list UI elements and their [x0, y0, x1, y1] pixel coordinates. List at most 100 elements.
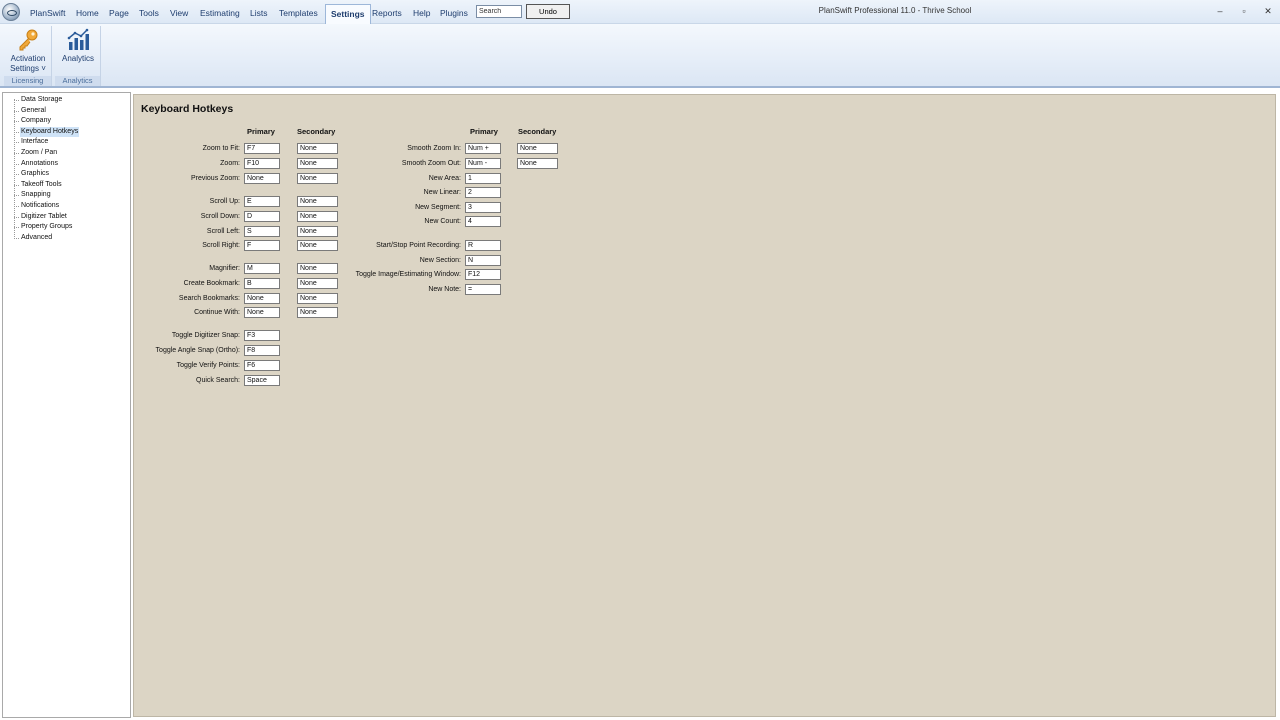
- tree-item-interface[interactable]: Interface: [20, 137, 49, 147]
- hotkey-secondary-smooth-zoom-in[interactable]: None: [517, 143, 558, 154]
- tree-item-graphics[interactable]: Graphics: [20, 169, 50, 179]
- menu-estimating[interactable]: Estimating: [200, 6, 240, 20]
- tree-item-takeoff-tools[interactable]: Takeoff Tools: [20, 180, 63, 190]
- hotkey-primary-new-linear[interactable]: 2: [465, 187, 501, 198]
- menu-tools[interactable]: Tools: [139, 6, 159, 20]
- tree-item-data-storage[interactable]: Data Storage: [20, 95, 63, 105]
- hotkey-secondary-search-bookmarks[interactable]: None: [297, 293, 338, 304]
- hotkey-primary-toggle-image-estimating-window[interactable]: F12: [465, 269, 501, 280]
- tree-connector-tick: [14, 184, 19, 186]
- hotkey-primary-scroll-left[interactable]: S: [244, 226, 280, 237]
- hotkey-secondary-zoom[interactable]: None: [297, 158, 338, 169]
- hotkey-primary-create-bookmark[interactable]: B: [244, 278, 280, 289]
- tree-item-notifications[interactable]: Notifications: [20, 201, 60, 211]
- tree-item-annotations[interactable]: Annotations: [20, 159, 59, 169]
- menu-templates[interactable]: Templates: [279, 6, 318, 20]
- tree-connector-tick: [14, 237, 19, 239]
- label-smooth-zoom-out: Smooth Zoom Out:: [401, 160, 461, 167]
- ribbon-group-label-licensing: Licensing: [4, 76, 51, 86]
- undo-button[interactable]: Undo: [526, 4, 570, 19]
- menu-reports[interactable]: Reports: [372, 6, 402, 20]
- hotkey-secondary-zoom-to-fit[interactable]: None: [297, 143, 338, 154]
- page-title: Keyboard Hotkeys: [141, 103, 234, 115]
- label-scroll-down: Scroll Down:: [200, 213, 240, 220]
- hotkey-primary-continue-with[interactable]: None: [244, 307, 280, 318]
- hotkey-secondary-scroll-left[interactable]: None: [297, 226, 338, 237]
- activation-settings-label-2: Settings ˅: [10, 63, 46, 73]
- hotkey-primary-toggle-verify-points[interactable]: F6: [244, 360, 280, 371]
- hotkey-secondary-magnifier[interactable]: None: [297, 263, 338, 274]
- menu-lists[interactable]: Lists: [250, 6, 267, 20]
- hotkey-primary-scroll-up[interactable]: E: [244, 196, 280, 207]
- hotkey-primary-new-segment[interactable]: 3: [465, 202, 501, 213]
- label-new-section: New Section:: [419, 257, 461, 264]
- col-head-primary-left: Primary: [247, 127, 275, 136]
- ribbon-group-licensing: Activation Settings ˅ Licensing: [4, 26, 52, 86]
- hotkey-primary-new-count[interactable]: 4: [465, 216, 501, 227]
- tree-connector-tick: [14, 227, 19, 229]
- tree-connector-tick: [14, 206, 19, 207]
- hotkey-primary-magnifier[interactable]: M: [244, 263, 280, 274]
- search-input[interactable]: [476, 5, 522, 18]
- label-new-segment: New Segment:: [415, 204, 461, 211]
- hotkey-secondary-scroll-up[interactable]: None: [297, 196, 338, 207]
- hotkey-primary-previous-zoom[interactable]: None: [244, 173, 280, 184]
- hotkey-primary-new-section[interactable]: N: [465, 255, 501, 266]
- tree-item-advanced[interactable]: Advanced: [20, 233, 53, 243]
- analytics-chart-icon: [67, 28, 89, 50]
- hotkey-primary-scroll-right[interactable]: F: [244, 240, 280, 251]
- close-icon[interactable]: ✕: [1261, 4, 1275, 18]
- tree-connector-tick: [14, 100, 19, 101]
- hotkey-secondary-previous-zoom[interactable]: None: [297, 173, 338, 184]
- hotkey-primary-toggle-digitizer-snap[interactable]: F3: [244, 330, 280, 341]
- ribbon-group-label-analytics: Analytics: [55, 76, 100, 86]
- tree-item-digitizer-tablet[interactable]: Digitizer Tablet: [20, 212, 68, 222]
- menu-planswift[interactable]: PlanSwift: [30, 6, 65, 20]
- activation-settings-button[interactable]: Activation Settings ˅: [6, 28, 50, 73]
- menu-help[interactable]: Help: [413, 6, 430, 20]
- settings-tree: Data Storage General Company Keyboard Hotke…: [2, 92, 131, 718]
- app-orb-icon[interactable]: [2, 3, 20, 21]
- minimize-icon[interactable]: –: [1213, 4, 1227, 18]
- activation-settings-label-1: Activation: [10, 54, 46, 63]
- hotkey-primary-zoom[interactable]: F10: [244, 158, 280, 169]
- tree-connector-tick: [14, 174, 19, 176]
- label-scroll-right: Scroll Right:: [202, 242, 240, 249]
- label-toggle-digitizer-snap: Toggle Digitizer Snap:: [171, 332, 240, 339]
- menu-plugins[interactable]: Plugins: [440, 6, 468, 20]
- hotkey-primary-zoom-to-fit[interactable]: F7: [244, 143, 280, 154]
- menu-settings[interactable]: Settings: [325, 4, 371, 24]
- menu-home[interactable]: Home: [76, 6, 99, 20]
- hotkey-primary-smooth-zoom-in[interactable]: Num +: [465, 143, 501, 154]
- label-search-bookmarks: Search Bookmarks:: [178, 295, 240, 302]
- hotkey-secondary-scroll-down[interactable]: None: [297, 211, 338, 222]
- ribbon: Activation Settings ˅ Licensing Analytic…: [0, 24, 1280, 88]
- hotkey-secondary-scroll-right[interactable]: None: [297, 240, 338, 251]
- tree-item-company[interactable]: Company: [20, 116, 52, 126]
- restore-icon[interactable]: ▫: [1237, 4, 1251, 18]
- tree-item-snapping[interactable]: Snapping: [20, 190, 52, 200]
- menu-page[interactable]: Page: [109, 6, 129, 20]
- menu-view[interactable]: View: [170, 6, 188, 20]
- hotkey-primary-scroll-down[interactable]: D: [244, 211, 280, 222]
- hotkey-primary-start-stop-point-recording[interactable]: R: [465, 240, 501, 251]
- tree-connector-tick: [14, 216, 19, 218]
- label-magnifier: Magnifier:: [209, 265, 240, 272]
- hotkey-primary-new-note[interactable]: =: [465, 284, 501, 295]
- hotkey-secondary-create-bookmark[interactable]: None: [297, 278, 338, 289]
- hotkey-primary-smooth-zoom-out[interactable]: Num -: [465, 158, 501, 169]
- hotkey-primary-search-bookmarks[interactable]: None: [244, 293, 280, 304]
- tree-item-zoom-pan[interactable]: Zoom / Pan: [20, 148, 58, 158]
- hotkey-primary-toggle-angle-snap-ortho[interactable]: F8: [244, 345, 280, 356]
- tree-item-keyboard-hotkeys[interactable]: Keyboard Hotkeys: [20, 126, 80, 137]
- analytics-button[interactable]: Analytics: [57, 28, 99, 64]
- hotkey-primary-new-area[interactable]: 1: [465, 173, 501, 184]
- hotkey-primary-quick-search[interactable]: Space: [244, 375, 280, 386]
- analytics-label: Analytics: [61, 54, 94, 63]
- hotkey-secondary-smooth-zoom-out[interactable]: None: [517, 158, 558, 169]
- tree-item-general[interactable]: General: [20, 106, 47, 116]
- tree-item-property-groups[interactable]: Property Groups: [20, 222, 73, 232]
- label-start-stop-point-recording: Start/Stop Point Recording:: [376, 242, 461, 249]
- hotkey-secondary-continue-with[interactable]: None: [297, 307, 338, 318]
- col-head-secondary-left: Secondary: [297, 127, 336, 136]
